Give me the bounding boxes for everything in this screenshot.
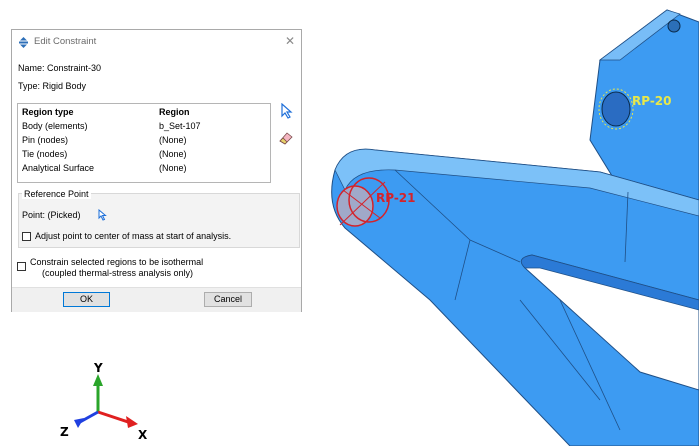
dialog-button-bar: OK Cancel <box>12 287 301 312</box>
close-icon[interactable]: ✕ <box>285 34 295 48</box>
constraint-type: Type: Rigid Body <box>18 81 87 91</box>
rp20-hole <box>601 91 631 127</box>
reference-point-legend: Reference Point <box>22 189 91 199</box>
upper-part-small-hole <box>667 19 681 33</box>
triad-x-label: X <box>138 428 148 442</box>
column-header-region-type: Region type <box>22 107 74 117</box>
table-row[interactable]: Tie (nodes) (None) <box>18 147 270 161</box>
isothermal-checkbox[interactable] <box>17 262 26 271</box>
rp21-label: RP-21 <box>376 191 416 205</box>
edit-constraint-dialog: Edit Constraint ✕ Name: Constraint-30 Ty… <box>11 29 302 312</box>
z-axis-arrow <box>74 418 84 428</box>
adjust-center-of-mass-checkbox[interactable] <box>22 232 31 241</box>
rp20-label: RP-20 <box>632 94 672 108</box>
isothermal-label-line1: Constrain selected regions to be isother… <box>30 257 204 267</box>
dialog-title: Edit Constraint <box>34 36 97 47</box>
dialog-titlebar[interactable]: Edit Constraint ✕ <box>12 30 301 54</box>
column-header-region: Region <box>159 107 190 117</box>
constraint-icon <box>19 37 28 48</box>
ok-button[interactable]: OK <box>63 292 110 307</box>
adjust-center-of-mass-label: Adjust point to center of mass at start … <box>35 231 232 241</box>
reference-point-value: Point: (Picked) <box>22 210 81 220</box>
triad-y-label: Y <box>94 361 103 375</box>
table-row[interactable]: Analytical Surface (None) <box>18 161 270 175</box>
select-region-arrow-icon[interactable] <box>280 103 294 119</box>
isothermal-label-line2: (coupled thermal-stress analysis only) <box>42 268 194 278</box>
x-axis-arrow <box>126 416 138 428</box>
pick-point-arrow-icon[interactable] <box>98 209 108 221</box>
y-axis-arrow <box>93 374 103 386</box>
cancel-button[interactable]: Cancel <box>204 292 252 307</box>
rp21-hole <box>336 185 374 227</box>
triad-z-label: Z <box>60 425 69 439</box>
region-table: Region type Region Body (elements) b_Set… <box>17 103 271 183</box>
constraint-name: Name: Constraint-30 <box>18 63 102 73</box>
table-row[interactable]: Body (elements) b_Set-107 <box>18 119 270 133</box>
table-row[interactable]: Pin (nodes) (None) <box>18 133 270 147</box>
eraser-icon[interactable] <box>278 131 294 145</box>
